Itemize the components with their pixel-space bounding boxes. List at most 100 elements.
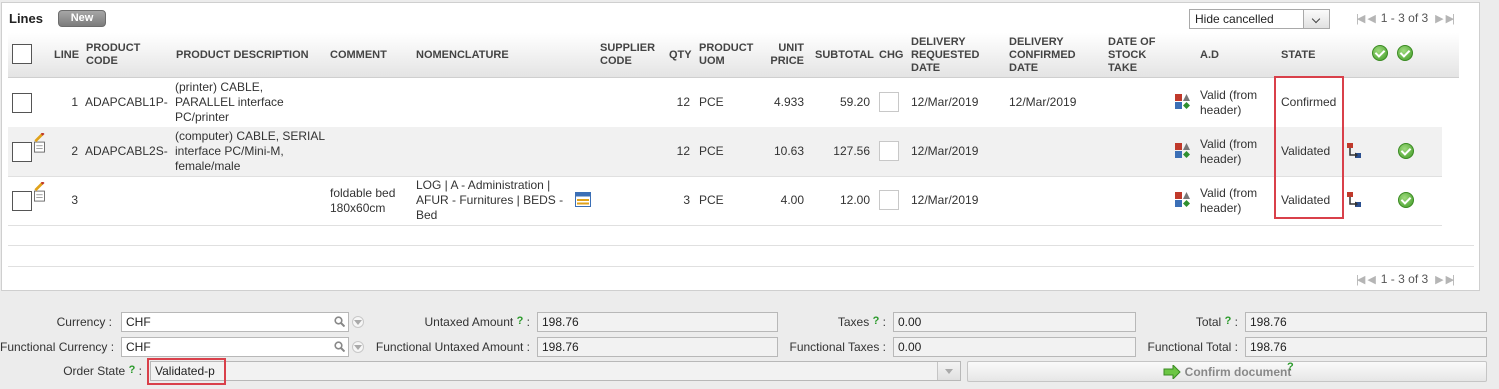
col-date-of-stock-take[interactable]: DATE OF STOCK TAKE <box>1108 36 1163 75</box>
chevron-down-icon[interactable] <box>1303 10 1329 28</box>
functional-taxes-field: 0.00 <box>893 337 1136 357</box>
prev-page-icon[interactable]: ◀ <box>1367 12 1376 25</box>
magnifier-icon[interactable] <box>334 341 345 352</box>
untaxed-amount-label: Untaxed Amount ? : <box>424 315 531 329</box>
col-product-uom[interactable]: PRODUCT UOM <box>699 42 759 68</box>
product-description: (printer) CABLE, PARALLEL interface PC/p… <box>175 80 284 124</box>
col-unit-price[interactable]: UNIT PRICE <box>768 42 804 68</box>
chg-checkbox[interactable] <box>879 92 899 112</box>
unit-price: 10.63 <box>773 144 804 158</box>
functional-currency-label: Functional Currency : <box>0 340 115 354</box>
edit-pencil-icon[interactable] <box>32 133 46 153</box>
select-all-checkbox[interactable] <box>12 44 32 64</box>
functional-total-field: 198.76 <box>1245 337 1487 357</box>
currency-value: CHF <box>126 315 151 329</box>
shapes-icon[interactable] <box>1174 93 1191 110</box>
functional-untaxed-label: Functional Untaxed Amount : <box>375 340 530 354</box>
last-page-icon[interactable]: ▶| <box>1446 273 1455 286</box>
row-checkbox[interactable] <box>12 191 32 211</box>
requested-date: 12/Mar/2019 <box>911 193 979 207</box>
first-page-icon[interactable]: |◀ <box>1356 12 1365 25</box>
col-product-code[interactable]: PRODUCT CODE <box>86 42 146 68</box>
last-page-icon[interactable]: ▶| <box>1446 12 1455 25</box>
magnifier-icon[interactable] <box>334 316 345 327</box>
new-line-button[interactable]: New <box>58 10 106 27</box>
hide-cancelled-value: Hide cancelled <box>1195 12 1274 26</box>
order-state-field[interactable]: Validated-p <box>150 361 961 381</box>
calendar-icon[interactable] <box>575 192 591 207</box>
col-comment[interactable]: COMMENT <box>330 49 387 62</box>
col-delivery-requested-date[interactable]: DELIVERY REQUESTED DATE <box>911 36 991 75</box>
col-ad[interactable]: A.D <box>1200 49 1219 62</box>
taxes-label: Taxes ? : <box>837 315 886 329</box>
help-icon[interactable]: ? <box>517 315 524 327</box>
help-icon[interactable]: ? <box>1287 361 1294 373</box>
line-number: 3 <box>71 193 78 207</box>
unit-price: 4.933 <box>773 95 804 109</box>
hide-cancelled-select[interactable]: Hide cancelled <box>1189 9 1330 29</box>
currency-field[interactable]: CHF <box>121 312 349 332</box>
check-circle-icon[interactable] <box>1398 143 1414 159</box>
confirm-document-label: Confirm document <box>1184 365 1292 379</box>
table-header: LINE PRODUCT CODE PRODUCT DESCRIPTION CO… <box>8 33 1459 78</box>
functional-untaxed-field: 198.76 <box>537 337 778 357</box>
workflow-icon[interactable] <box>1346 191 1362 208</box>
arrow-right-icon <box>1163 363 1181 381</box>
help-icon[interactable]: ? <box>873 315 880 327</box>
qty: 12 <box>676 95 690 109</box>
shapes-icon[interactable] <box>1174 142 1191 159</box>
requested-date: 12/Mar/2019 <box>911 95 979 109</box>
check-circle-icon[interactable] <box>1398 192 1414 208</box>
edit-pencil-icon[interactable] <box>32 182 46 202</box>
functional-currency-field[interactable]: CHF <box>121 337 349 357</box>
next-page-icon[interactable]: ▶ <box>1435 273 1444 286</box>
lines-panel: Lines New Hide cancelled |◀ ◀ 1 - 3 of 3… <box>1 2 1480 291</box>
col-subtotal[interactable]: SUBTOTAL <box>815 49 874 62</box>
functional-taxes-label: Functional Taxes : <box>789 340 887 354</box>
confirm-document-button[interactable]: Confirm document <box>967 361 1487 382</box>
workflow-icon[interactable] <box>1346 142 1362 159</box>
help-icon[interactable]: ? <box>129 364 136 376</box>
subtotal: 59.20 <box>839 95 870 109</box>
order-state-highlight <box>147 358 226 385</box>
check-circle-icon[interactable] <box>1372 45 1388 61</box>
shapes-icon[interactable] <box>1174 191 1191 208</box>
total-label: Total ? : <box>1195 315 1238 329</box>
col-qty[interactable]: QTY <box>669 49 692 62</box>
row-checkbox[interactable] <box>12 142 32 162</box>
check-circle-icon[interactable] <box>1397 45 1413 61</box>
ad-status: Valid (from header) <box>1200 88 1258 117</box>
ad-status: Valid (from header) <box>1200 186 1258 215</box>
next-page-icon[interactable]: ▶ <box>1435 12 1444 25</box>
prev-page-icon[interactable]: ◀ <box>1367 273 1376 286</box>
line-number: 1 <box>71 95 78 109</box>
empty-row <box>8 245 1474 267</box>
pager-bottom: |◀ ◀ 1 - 3 of 3 ▶ ▶| <box>1356 272 1455 286</box>
col-nomenclature[interactable]: NOMENCLATURE <box>416 49 509 62</box>
col-line[interactable]: LINE <box>54 49 79 62</box>
functional-currency-value: CHF <box>126 340 151 354</box>
help-icon[interactable]: ? <box>1225 315 1232 327</box>
col-supplier-code[interactable]: SUPPLIER CODE <box>600 42 656 68</box>
product-code: ADAPCABL1P- <box>85 95 168 109</box>
row-checkbox[interactable] <box>12 93 32 113</box>
confirmed-date: 12/Mar/2019 <box>1009 95 1077 109</box>
qty: 3 <box>683 193 690 207</box>
col-delivery-confirmed-date[interactable]: DELIVERY CONFIRMED DATE <box>1009 36 1089 75</box>
uom: PCE <box>699 193 724 207</box>
chevron-down-icon[interactable] <box>352 316 364 328</box>
unit-price: 4.00 <box>780 193 804 207</box>
col-chg[interactable]: CHG <box>879 49 903 62</box>
uom: PCE <box>699 95 724 109</box>
col-product-description[interactable]: PRODUCT DESCRIPTION <box>176 49 309 62</box>
col-state[interactable]: STATE <box>1281 49 1315 62</box>
order-state-dropdown[interactable] <box>937 362 960 380</box>
requested-date: 12/Mar/2019 <box>911 144 979 158</box>
first-page-icon[interactable]: |◀ <box>1356 273 1365 286</box>
pager-count: 1 - 3 of 3 <box>1380 272 1429 286</box>
chevron-down-icon <box>945 369 953 374</box>
chg-checkbox[interactable] <box>879 190 899 210</box>
chg-checkbox[interactable] <box>879 141 899 161</box>
comment: foldable bed 180x60cm <box>330 186 396 215</box>
untaxed-amount-field: 198.76 <box>537 312 778 332</box>
